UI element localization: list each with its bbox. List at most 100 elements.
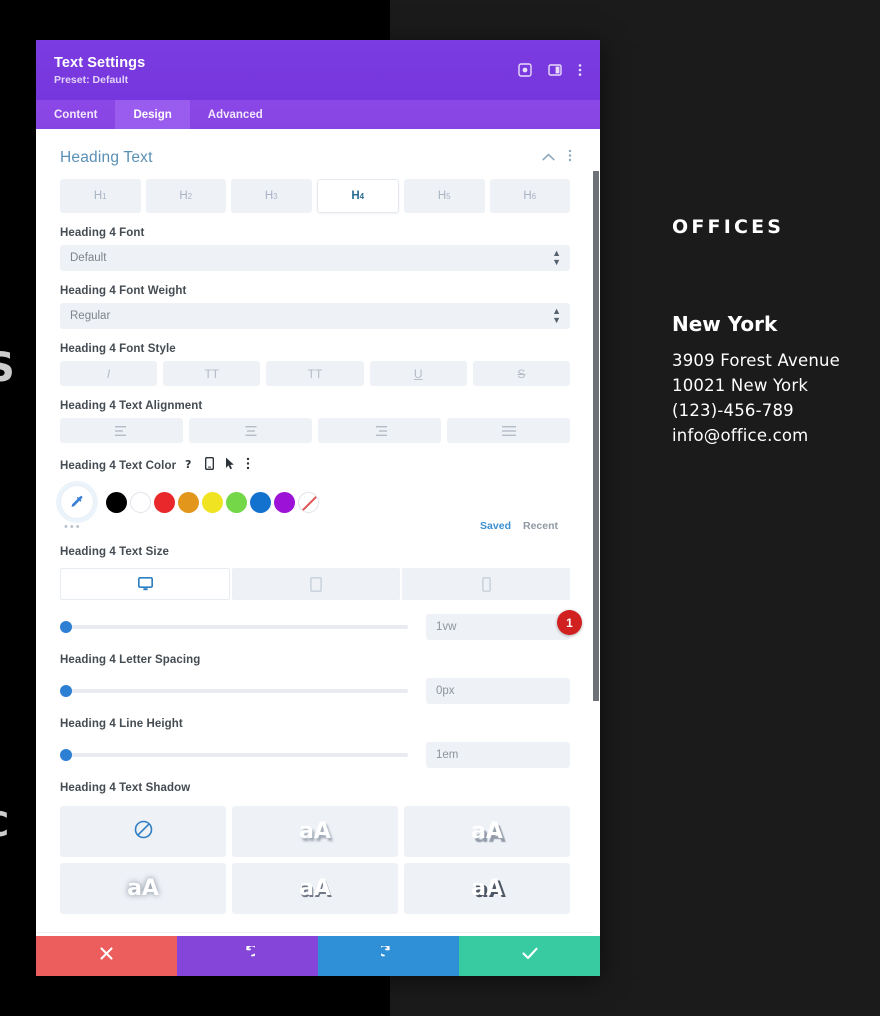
color-swatch-white[interactable] bbox=[130, 491, 151, 513]
font-label: Heading 4 Font bbox=[60, 227, 145, 239]
tab-design[interactable]: Design bbox=[115, 100, 190, 129]
h1-label: H bbox=[93, 190, 103, 202]
scrollbar-thumb[interactable] bbox=[593, 171, 599, 701]
font-style-italic[interactable]: I bbox=[60, 361, 158, 386]
color-swatch-transparent[interactable] bbox=[298, 491, 319, 513]
font-style-uppercase[interactable]: TT bbox=[163, 361, 261, 386]
modal-header-actions bbox=[518, 63, 582, 77]
preset-selector[interactable]: Preset: Default bbox=[54, 74, 518, 86]
heading-level-h1[interactable]: H1 bbox=[60, 179, 141, 213]
undo-button[interactable] bbox=[177, 936, 318, 976]
heading-level-h3[interactable]: H3 bbox=[231, 179, 312, 213]
align-right-icon[interactable] bbox=[318, 418, 441, 443]
chevron-updown-icon: ▲ ▼ bbox=[552, 248, 561, 267]
italic-glyph: I bbox=[106, 366, 111, 381]
kebab-menu-icon[interactable] bbox=[578, 63, 582, 77]
color-swatch-green[interactable] bbox=[226, 491, 247, 513]
save-button[interactable] bbox=[459, 936, 600, 976]
text-shadow-preset-3[interactable]: aA bbox=[60, 863, 226, 914]
letter-spacing-value: 0px bbox=[436, 685, 455, 697]
font-weight-label: Heading 4 Font Weight bbox=[60, 285, 187, 297]
kebab-menu-icon[interactable] bbox=[246, 457, 250, 475]
split-panel-icon[interactable] bbox=[548, 63, 562, 77]
letter-spacing-slider-row: 0px bbox=[36, 672, 594, 704]
tab-content[interactable]: Content bbox=[36, 100, 115, 129]
color-swatch-row bbox=[36, 483, 594, 519]
modal-action-bar bbox=[36, 936, 600, 976]
eyedropper-icon[interactable] bbox=[60, 485, 94, 519]
heading-text-section-header: Heading Text bbox=[36, 129, 594, 175]
sizing-section-title[interactable]: Sizing bbox=[36, 932, 594, 936]
offices-heading-block: OFFICES bbox=[672, 216, 872, 238]
saved-colors-tab[interactable]: Saved bbox=[480, 520, 511, 532]
h5-label: H bbox=[437, 190, 447, 202]
scrollbar-track[interactable] bbox=[593, 129, 600, 936]
heading-level-h6[interactable]: H6 bbox=[489, 179, 570, 213]
font-style-underline[interactable]: U bbox=[369, 361, 467, 386]
line-height-input[interactable]: 1em bbox=[426, 742, 570, 768]
line-height-slider[interactable] bbox=[60, 749, 408, 761]
color-swatch-black[interactable] bbox=[106, 491, 127, 513]
text-size-input[interactable]: 1vw 1 bbox=[426, 610, 582, 640]
chevron-up-icon[interactable] bbox=[542, 149, 555, 167]
text-shadow-preset-2[interactable]: aA bbox=[404, 806, 570, 857]
kebab-menu-icon[interactable] bbox=[568, 149, 572, 167]
shadow-preview-2: aA bbox=[471, 819, 503, 844]
color-swatch-orange[interactable] bbox=[178, 491, 199, 513]
color-swatch-blue[interactable] bbox=[250, 491, 271, 513]
align-center-icon[interactable] bbox=[189, 418, 312, 443]
modal-body: Heading Text H1 H2 H3 H4 H5 H 6 Heading … bbox=[36, 129, 600, 936]
letter-spacing-slider[interactable] bbox=[60, 685, 408, 697]
letter-spacing-label: Heading 4 Letter Spacing bbox=[60, 654, 201, 666]
tablet-icon[interactable] bbox=[232, 568, 400, 600]
h2-sub: 2 bbox=[187, 191, 193, 201]
text-size-slider[interactable] bbox=[60, 621, 408, 633]
modal-tab-bar: Content Design Advanced bbox=[36, 100, 600, 129]
phone-icon[interactable] bbox=[402, 568, 570, 600]
heading-level-h4[interactable]: H4 bbox=[316, 179, 399, 213]
color-swatch-yellow[interactable] bbox=[202, 491, 223, 513]
text-shadow-preset-4[interactable]: aA bbox=[232, 863, 398, 914]
text-color-label: Heading 4 Text Color bbox=[60, 460, 177, 472]
text-color-label-row: Heading 4 Text Color ? bbox=[60, 456, 570, 475]
font-field: Heading 4 Font Default ▲ ▼ bbox=[36, 213, 594, 271]
heading-level-h5[interactable]: H5 bbox=[404, 179, 485, 213]
desktop-icon[interactable] bbox=[60, 568, 230, 600]
font-weight-select[interactable]: Regular ▲ ▼ bbox=[60, 303, 570, 329]
help-icon[interactable]: ? bbox=[185, 457, 194, 475]
mobile-icon[interactable] bbox=[205, 456, 215, 475]
shadow-preview-5: aA bbox=[471, 876, 503, 901]
color-swatch-red[interactable] bbox=[154, 491, 175, 513]
office-address-block: New York 3909 Forest Avenue 10021 New Yo… bbox=[672, 312, 880, 448]
text-color-label-icons: ? bbox=[185, 456, 250, 475]
shadow-preview-1: aA bbox=[299, 819, 331, 844]
redo-button[interactable] bbox=[318, 936, 459, 976]
text-size-label: Heading 4 Text Size bbox=[60, 546, 170, 558]
text-size-field: Heading 4 Text Size bbox=[36, 532, 594, 558]
text-size-slider-row: 1vw 1 bbox=[36, 600, 594, 640]
line-height-slider-knob[interactable] bbox=[60, 749, 72, 761]
text-shadow-field: Heading 4 Text Shadow bbox=[36, 768, 594, 794]
color-swatch-purple[interactable] bbox=[274, 491, 295, 513]
align-left-icon[interactable] bbox=[60, 418, 183, 443]
target-square-icon[interactable] bbox=[518, 63, 532, 77]
tab-advanced[interactable]: Advanced bbox=[190, 100, 281, 129]
text-size-slider-knob[interactable] bbox=[60, 621, 72, 633]
modal-header-titles: Text Settings Preset: Default bbox=[54, 55, 518, 86]
cancel-button[interactable] bbox=[36, 936, 177, 976]
font-select[interactable]: Default ▲ ▼ bbox=[60, 245, 570, 271]
letter-spacing-input[interactable]: 0px bbox=[426, 678, 570, 704]
letter-spacing-slider-knob[interactable] bbox=[60, 685, 72, 697]
align-justify-icon[interactable] bbox=[447, 418, 570, 443]
modal-title: Text Settings bbox=[54, 54, 146, 71]
text-shadow-preset-5[interactable]: aA bbox=[404, 863, 570, 914]
background-text-fragment-1: S bbox=[0, 345, 12, 391]
text-shadow-preset-1[interactable]: aA bbox=[232, 806, 398, 857]
font-style-smallcaps[interactable]: TT bbox=[266, 361, 364, 386]
font-style-strikethrough[interactable]: S bbox=[472, 361, 571, 386]
cursor-icon[interactable] bbox=[225, 457, 235, 475]
text-alignment-options bbox=[60, 418, 570, 443]
text-shadow-none[interactable] bbox=[60, 806, 226, 857]
heading-level-h2[interactable]: H2 bbox=[145, 179, 226, 213]
recent-colors-tab[interactable]: Recent bbox=[523, 520, 558, 532]
